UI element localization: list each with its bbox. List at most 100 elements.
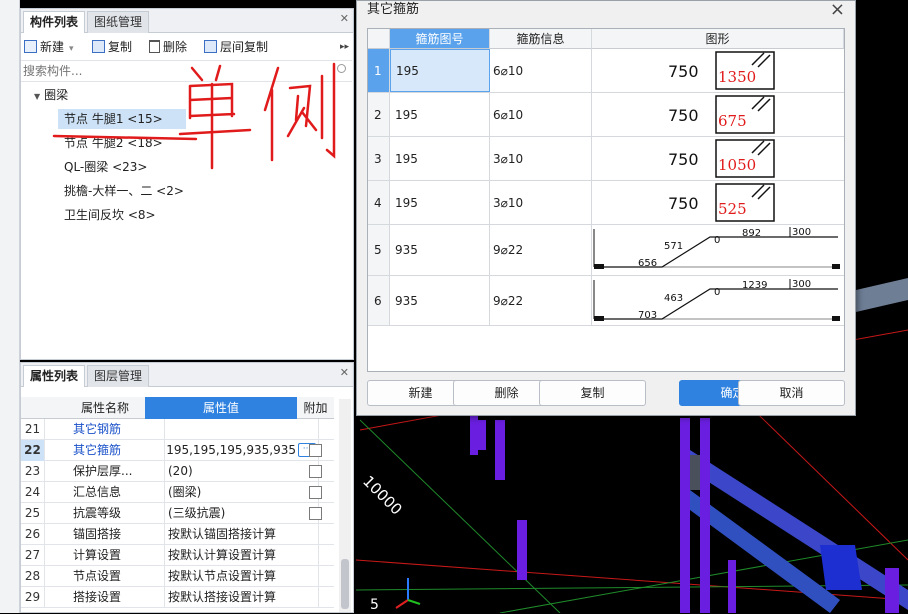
copy-button[interactable]: 复制 — [92, 36, 132, 58]
property-value-text: 5,195,195,195,935,935 — [165, 443, 296, 457]
property-row[interactable]: 21 其它钢筋 — [21, 419, 334, 440]
shape-number-cell[interactable]: 195 — [390, 49, 490, 92]
delete-button[interactable]: 删除 — [149, 36, 187, 58]
component-tabbar: 构件列表 图纸管理 ✕ — [21, 9, 353, 33]
tab-drawing-manager[interactable]: 图纸管理 — [87, 11, 150, 33]
stirrup-info-cell[interactable]: 3⌀10 — [490, 181, 592, 224]
shape-number-cell[interactable]: 935 — [390, 225, 490, 275]
tab-component-list[interactable]: 构件列表 — [23, 11, 86, 33]
stirrup-info-cell[interactable]: 6⌀10 — [490, 93, 592, 136]
figure-cell[interactable]: 571 0 892 300 656 — [592, 225, 844, 275]
grid-row[interactable]: 2 195 6⌀10 750 675 — [368, 93, 844, 137]
right-end-mark — [832, 316, 840, 321]
shape-number-cell[interactable]: 195 — [390, 181, 490, 224]
property-value-text: (圈梁) — [168, 485, 202, 499]
property-list-panel: 属性列表 图层管理 ✕ 属性名称 属性值 附加 21 其它钢筋 22 其它箍筋 5,19… — [20, 362, 354, 613]
figure-cell[interactable]: 463 0 1239 300 703 — [592, 276, 844, 325]
grid-corner — [368, 29, 390, 49]
property-value-text: 按默认计算设置计算 — [168, 548, 277, 562]
grid-row[interactable]: 5 935 9⌀22 571 0 892 300 656 — [368, 225, 844, 276]
figure-cell[interactable]: 750 675 — [592, 93, 844, 136]
new-icon — [24, 40, 37, 53]
grid-row[interactable]: 6 935 9⌀22 463 0 1239 300 703 — [368, 276, 844, 326]
stirrup-info-cell[interactable]: 6⌀10 — [490, 49, 592, 92]
panel-pin-icon[interactable]: ✕ — [340, 12, 349, 25]
stirrup-info-cell[interactable]: 3⌀10 — [490, 137, 592, 180]
height-label: 1350 — [718, 68, 756, 86]
figure-cell[interactable]: 750 1350 — [592, 49, 844, 92]
property-value-text: 按默认搭接设置计算 — [168, 590, 277, 604]
property-row[interactable]: 26 锚固搭接 按默认锚固搭接计算 — [21, 524, 334, 545]
property-value[interactable]: 5,195,195,195,935,935 ··· — [165, 440, 319, 461]
property-value[interactable]: 按默认锚固搭接计算 — [165, 524, 319, 545]
tree-item[interactable]: 挑檐-大样一、二 <2> — [64, 181, 184, 201]
property-value[interactable]: (三级抗震) — [165, 503, 319, 524]
shape-number-cell[interactable]: 935 — [390, 276, 490, 325]
extra-checkbox[interactable] — [309, 444, 322, 457]
property-row[interactable]: 23 保护层厚... (20) — [21, 461, 334, 482]
property-value[interactable]: 按默认搭接设置计算 — [165, 587, 319, 608]
grid-row[interactable]: 1 195 6⌀10 750 1350 — [368, 49, 844, 93]
axis-number: 5 — [370, 597, 379, 613]
extra-checkbox[interactable] — [309, 486, 322, 499]
grid-row[interactable]: 4 195 3⌀10 750 525 — [368, 181, 844, 225]
grid-row[interactable]: 3 195 3⌀10 750 1050 — [368, 137, 844, 181]
seg-c-label: 1239 — [742, 280, 767, 291]
property-value[interactable] — [165, 419, 319, 440]
scrollbar-thumb[interactable] — [341, 559, 349, 609]
stirrup-info-cell[interactable]: 9⌀22 — [490, 276, 592, 325]
property-value[interactable]: 按默认计算设置计算 — [165, 545, 319, 566]
property-row[interactable]: 29 搭接设置 按默认搭接设置计算 — [21, 587, 334, 608]
shape-number-cell[interactable]: 195 — [390, 93, 490, 136]
row-index: 5 — [368, 225, 390, 275]
header-stirrup-info: 箍筋信息 — [490, 29, 592, 49]
property-value[interactable]: (20) — [165, 461, 319, 482]
row-index: 1 — [368, 49, 390, 92]
tree-item[interactable]: 卫生间反坎 <8> — [64, 205, 156, 225]
close-icon[interactable]: × — [830, 0, 845, 20]
toolbar-overflow-icon[interactable]: ▸▸ — [340, 36, 349, 58]
stirrup-grid: 箍筋图号 箍筋信息 图形 1 195 6⌀10 750 1350 2 195 6⌀10 750 6… — [367, 28, 845, 372]
copy-label: 复制 — [108, 40, 133, 54]
property-value-text: (20) — [168, 464, 193, 478]
extra-checkbox[interactable] — [309, 465, 322, 478]
row-number: 25 — [21, 503, 45, 524]
property-row[interactable]: 27 计算设置 按默认计算设置计算 — [21, 545, 334, 566]
dialog-copy-button[interactable]: 复制 — [539, 380, 646, 406]
property-row[interactable]: 28 节点设置 按默认节点设置计算 — [21, 566, 334, 587]
scrollbar[interactable] — [339, 399, 351, 612]
property-rows: 21 其它钢筋 22 其它箍筋 5,195,195,195,935,935 ··· 23 保护… — [21, 419, 334, 614]
seg-a-label: 571 — [664, 241, 683, 252]
shape-figure: 750 525 — [668, 183, 775, 222]
floor-copy-button[interactable]: 层间复制 — [204, 36, 268, 58]
tab-layer-manager[interactable]: 图层管理 — [87, 365, 150, 387]
property-name: 其它钢筋 — [45, 419, 165, 440]
row-number: 29 — [21, 587, 45, 608]
new-button[interactable]: 新建 ▾ — [24, 36, 74, 58]
figure-cell[interactable]: 750 525 — [592, 181, 844, 224]
property-name: 其它箍筋 — [45, 440, 165, 461]
shape-number-cell[interactable]: 195 — [390, 137, 490, 180]
panel-pin-icon[interactable]: ✕ — [340, 366, 349, 379]
property-value-text: 按默认锚固搭接计算 — [168, 527, 277, 541]
left-end-mark — [594, 316, 604, 321]
property-row[interactable]: 22 其它箍筋 5,195,195,195,935,935 ··· — [21, 440, 334, 461]
property-name: 节点设置 — [45, 566, 165, 587]
figure-cell[interactable]: 750 1050 — [592, 137, 844, 180]
cancel-button[interactable]: 取消 — [738, 380, 845, 406]
header-extra: 附加 — [303, 401, 328, 415]
row-index: 2 — [368, 93, 390, 136]
width-label: 750 — [668, 150, 699, 169]
property-name: 计算设置 — [45, 545, 165, 566]
row-index: 6 — [368, 276, 390, 325]
trash-icon — [149, 40, 160, 53]
tab-property-list[interactable]: 属性列表 — [23, 365, 86, 387]
seg-e-label: 656 — [638, 258, 657, 269]
property-value[interactable]: (圈梁) — [165, 482, 319, 503]
property-value[interactable]: 按默认节点设置计算 — [165, 566, 319, 587]
property-row[interactable]: 24 汇总信息 (圈梁) — [21, 482, 334, 503]
stirrup-info-cell[interactable]: 9⌀22 — [490, 225, 592, 275]
seg-d-label: 300 — [792, 227, 811, 238]
property-row[interactable]: 25 抗震等级 (三级抗震) — [21, 503, 334, 524]
extra-checkbox[interactable] — [309, 507, 322, 520]
